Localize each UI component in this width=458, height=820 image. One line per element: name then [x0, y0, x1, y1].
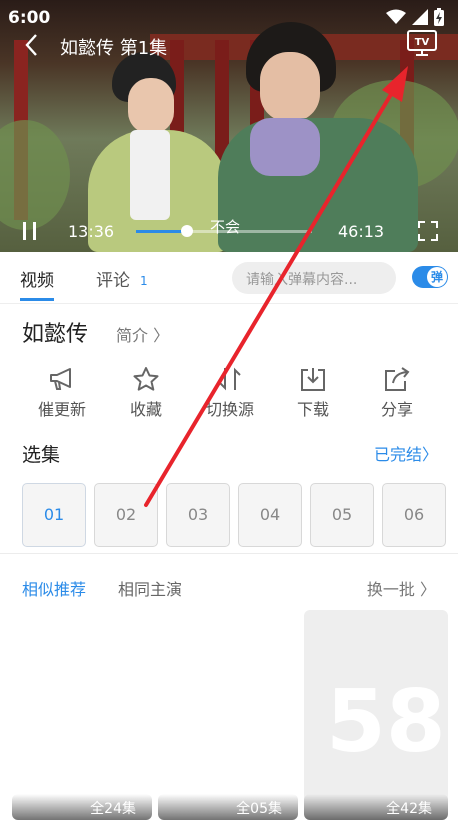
episode-button-02[interactable]: 02	[94, 483, 158, 547]
share-icon	[385, 367, 410, 391]
card-episode-count: 全05集	[158, 794, 298, 820]
episodes-heading: 选集	[22, 444, 61, 466]
player-bottom-bar: 13:36 不会 46:13	[0, 212, 458, 248]
intro-link[interactable]: 简介 〉	[116, 322, 169, 346]
content-tabs: 视频 评论 1 请输入弹幕内容... 弹	[0, 252, 458, 304]
active-tab-indicator	[20, 298, 54, 301]
episodes-complete-link[interactable]: 已完结〉	[374, 441, 438, 465]
pause-icon[interactable]	[20, 220, 40, 242]
fullscreen-icon[interactable]	[418, 221, 438, 241]
danmaku-toggle[interactable]: 弹	[412, 266, 448, 288]
svg-text:TV: TV	[415, 37, 430, 48]
recommend-cards: 全24集 全05集 58 全42集	[0, 610, 458, 820]
tab-similar-recommend[interactable]: 相似推荐	[22, 576, 86, 600]
card-episode-count: 全24集	[12, 794, 152, 820]
episode-button-06[interactable]: 06	[382, 483, 446, 547]
subtitle-text: 不会	[210, 218, 241, 236]
action-label: 切换源	[205, 400, 254, 419]
favorite-button[interactable]: 收藏	[106, 366, 186, 420]
video-player[interactable]: 6:00 如懿传 第1集 TV 13:36 不会 46:13	[0, 0, 458, 252]
recommend-card-1[interactable]: 全24集	[12, 610, 152, 820]
battery-charging-icon	[434, 8, 444, 26]
tab-same-actors[interactable]: 相同主演	[118, 576, 182, 600]
danmaku-input[interactable]: 请输入弹幕内容...	[232, 262, 396, 294]
action-row: 催更新 收藏 切换源 下载 分享	[0, 366, 458, 426]
wifi-icon	[386, 9, 406, 24]
action-label: 下载	[296, 400, 329, 419]
episode-button-03[interactable]: 03	[166, 483, 230, 547]
megaphone-icon	[50, 368, 71, 390]
signal-icon	[412, 9, 428, 25]
tab-video[interactable]: 视频	[20, 266, 54, 291]
switch-source-icon	[219, 367, 241, 391]
switch-source-button[interactable]: 切换源	[190, 366, 270, 420]
player-top-bar: 如懿传 第1集 TV	[0, 28, 458, 64]
action-label: 分享	[380, 400, 413, 419]
comment-count: 1	[140, 274, 148, 288]
danmaku-toggle-label: 弹	[427, 267, 447, 287]
total-time: 46:13	[338, 222, 385, 241]
action-label: 收藏	[129, 400, 162, 419]
episode-button-04[interactable]: 04	[238, 483, 302, 547]
episode-button-05[interactable]: 05	[310, 483, 374, 547]
recommend-card-3[interactable]: 58 全42集	[304, 610, 448, 820]
current-time: 13:36	[68, 222, 115, 241]
placeholder-logo: 58	[326, 672, 446, 772]
download-button[interactable]: 下载	[273, 366, 353, 420]
show-title: 如懿传	[22, 322, 89, 347]
section-divider	[0, 553, 458, 554]
video-title: 如懿传 第1集	[60, 38, 168, 59]
back-arrow-icon[interactable]	[18, 30, 48, 60]
progress-fill	[136, 230, 188, 233]
episode-button-01[interactable]: 01	[22, 483, 86, 547]
urge-update-button[interactable]: 催更新	[22, 366, 102, 420]
action-label: 催更新	[37, 400, 86, 419]
tab-comment[interactable]: 评论	[96, 266, 130, 291]
share-button[interactable]: 分享	[357, 366, 437, 420]
recommend-card-2[interactable]: 全05集	[158, 610, 298, 820]
card-episode-count: 全42集	[304, 794, 448, 820]
download-icon	[301, 368, 325, 391]
tv-cast-icon[interactable]: TV	[406, 28, 438, 58]
star-icon	[133, 367, 159, 391]
episode-list: 01 02 03 04 05 06	[22, 483, 458, 547]
refresh-batch-button[interactable]: 换一批 〉	[367, 576, 436, 600]
progress-handle[interactable]	[181, 225, 194, 237]
status-time: 6:00	[8, 8, 51, 28]
